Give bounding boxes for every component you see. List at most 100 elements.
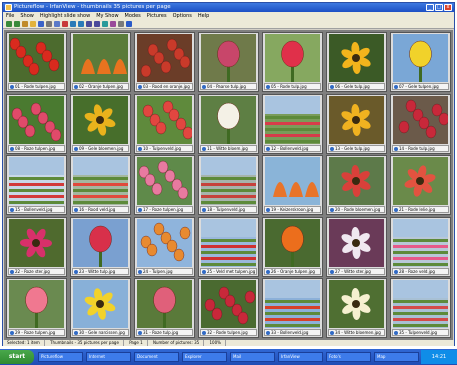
thumbnail-image[interactable] bbox=[137, 218, 192, 267]
thumbnail-image[interactable] bbox=[137, 95, 192, 144]
thumbnail-image[interactable] bbox=[329, 280, 384, 328]
thumbnail-image[interactable] bbox=[265, 95, 320, 144]
thumbnail-cell[interactable]: 18 - Tulpenveld.jpg bbox=[198, 155, 259, 215]
thumbnail-image[interactable] bbox=[9, 157, 64, 205]
thumbnail-cell[interactable]: 32 - Rode tulpen.jpg bbox=[198, 278, 259, 338]
thumbnail-cell[interactable]: 15 - Bollenveld.jpg bbox=[6, 155, 67, 215]
thumbnail-cell[interactable]: 22 - Roze ster.jpg bbox=[6, 216, 67, 277]
thumbnail-image[interactable] bbox=[393, 95, 448, 144]
thumbnail-image[interactable] bbox=[393, 34, 448, 82]
maximize-button[interactable]: □ bbox=[435, 4, 443, 11]
thumbnail-cell[interactable]: 24 - Tulpen.jpg bbox=[134, 216, 195, 277]
taskbar-item-map[interactable]: Map bbox=[374, 352, 419, 362]
thumbnail-cell[interactable]: 01 - Rode tulpen.jpg bbox=[6, 32, 67, 92]
taskbar-item-foto-s[interactable]: Foto's bbox=[326, 352, 371, 362]
copy-icon[interactable] bbox=[54, 21, 60, 27]
thumbnail-cell[interactable]: 04 - Paarse tulp.jpg bbox=[198, 32, 259, 92]
zoom-in-icon[interactable] bbox=[86, 21, 92, 27]
thumbnail-cell[interactable]: 08 - Roze tulpen.jpg bbox=[6, 93, 67, 154]
thumbnail-image[interactable] bbox=[9, 95, 64, 144]
thumbnail-image[interactable] bbox=[329, 95, 384, 144]
thumbnail-cell[interactable]: 17 - Roze tulpen.jpg bbox=[134, 155, 195, 215]
folder-icon[interactable] bbox=[30, 21, 36, 27]
taskbar-item-internet[interactable]: Internet bbox=[86, 352, 131, 362]
zoom-out-icon[interactable] bbox=[94, 21, 100, 27]
thumbnail-cell[interactable]: 14 - Rode tulp.jpg bbox=[390, 93, 451, 154]
thumbnail-cell[interactable]: 05 - Rode tulp.jpg bbox=[262, 32, 323, 92]
thumbnail-image[interactable] bbox=[265, 157, 320, 205]
thumbnail-image[interactable] bbox=[265, 280, 320, 328]
thumbnail-cell[interactable]: 06 - Gele tulp.jpg bbox=[326, 32, 387, 92]
thumbnail-image[interactable] bbox=[201, 218, 256, 267]
thumbnail-image[interactable] bbox=[329, 218, 384, 267]
title-bar[interactable]: Pictureflow - IrfanView - thumbnails 35 … bbox=[3, 3, 454, 12]
settings-icon[interactable] bbox=[118, 21, 124, 27]
thumbnail-cell[interactable]: 34 - Witte bloemen.jpg bbox=[326, 278, 387, 338]
menu-item-highlight-slide-show[interactable]: Highlight slide show bbox=[37, 12, 93, 20]
thumbnail-image[interactable] bbox=[9, 280, 64, 328]
forward-icon[interactable] bbox=[14, 21, 20, 27]
thumbnail-image[interactable] bbox=[73, 157, 128, 205]
thumbnail-cell[interactable]: 27 - Witte ster.jpg bbox=[326, 216, 387, 277]
thumbnail-image[interactable] bbox=[73, 280, 128, 328]
delete-icon[interactable] bbox=[62, 21, 68, 27]
thumbnail-image[interactable] bbox=[73, 34, 128, 82]
thumbnail-image[interactable] bbox=[265, 34, 320, 82]
save-icon[interactable] bbox=[38, 21, 44, 27]
help-icon[interactable] bbox=[126, 21, 132, 27]
thumbnail-image[interactable] bbox=[137, 157, 192, 205]
home-icon[interactable] bbox=[22, 21, 28, 27]
thumbnail-cell[interactable]: 07 - Gele tulpen.jpg bbox=[390, 32, 451, 92]
thumbnail-image[interactable] bbox=[393, 157, 448, 205]
thumbnail-cell[interactable]: 25 - Veld met tulpen.jpg bbox=[198, 216, 259, 277]
start-button[interactable]: start bbox=[0, 350, 34, 364]
taskbar-item-irfanview[interactable]: IrfanView bbox=[278, 352, 323, 362]
thumbnail-image[interactable] bbox=[201, 157, 256, 205]
thumbnail-image[interactable] bbox=[73, 218, 128, 267]
thumbnail-image[interactable] bbox=[137, 280, 192, 328]
menu-item-pictures[interactable]: Pictures bbox=[144, 12, 170, 20]
thumbnail-image[interactable] bbox=[201, 34, 256, 82]
menu-item-show[interactable]: Show bbox=[17, 12, 37, 20]
thumbnail-image[interactable] bbox=[329, 157, 384, 205]
menu-item-my-show[interactable]: My Show bbox=[93, 12, 121, 20]
thumbnail-cell[interactable]: 13 - Gele tulp.jpg bbox=[326, 93, 387, 154]
thumbnail-cell[interactable]: 02 - Oranje tulpen.jpg bbox=[70, 32, 131, 92]
grid-view-icon[interactable] bbox=[110, 21, 116, 27]
thumbnail-cell[interactable]: 19 - Keizerskroon.jpg bbox=[262, 155, 323, 215]
thumbnail-cell[interactable]: 10 - Tulpenveld.jpg bbox=[134, 93, 195, 154]
thumbnail-cell[interactable]: 12 - Bollenveld.jpg bbox=[262, 93, 323, 154]
thumbnail-image[interactable] bbox=[137, 34, 192, 82]
close-button[interactable]: x bbox=[444, 4, 452, 11]
thumbnail-image[interactable] bbox=[201, 95, 256, 144]
thumbnail-image[interactable] bbox=[265, 218, 320, 267]
thumbnail-cell[interactable]: 11 - Witte bloem.jpg bbox=[198, 93, 259, 154]
thumbnail-image[interactable] bbox=[393, 218, 448, 267]
thumbnail-image[interactable] bbox=[393, 280, 448, 328]
thumbnail-cell[interactable]: 23 - Witte tulp.jpg bbox=[70, 216, 131, 277]
slideshow-icon[interactable] bbox=[102, 21, 108, 27]
thumbnail-image[interactable] bbox=[201, 280, 256, 328]
system-tray-clock[interactable]: 14:21 bbox=[421, 350, 457, 364]
thumbnail-cell[interactable]: 29 - Roze tulpen.jpg bbox=[6, 278, 67, 338]
thumbnail-cell[interactable]: 16 - Rood veld.jpg bbox=[70, 155, 131, 215]
taskbar-item-mail[interactable]: Mail bbox=[230, 352, 275, 362]
thumbnail-cell[interactable]: 21 - Rode lelie.jpg bbox=[390, 155, 451, 215]
thumbnail-cell[interactable]: 03 - Rood en oranje.jpg bbox=[134, 32, 195, 92]
taskbar-item-pictureflow[interactable]: Pictureflow bbox=[38, 352, 83, 362]
rotate-left-icon[interactable] bbox=[70, 21, 76, 27]
menu-item-modes[interactable]: Modes bbox=[122, 12, 144, 20]
print-icon[interactable] bbox=[46, 21, 52, 27]
thumbnail-cell[interactable]: 33 - Bollenveld.jpg bbox=[262, 278, 323, 338]
back-icon[interactable] bbox=[6, 21, 12, 27]
thumbnail-cell[interactable]: 35 - Tulpenveld.jpg bbox=[390, 278, 451, 338]
thumbnail-image[interactable] bbox=[73, 95, 128, 144]
rotate-right-icon[interactable] bbox=[78, 21, 84, 27]
taskbar-item-explorer[interactable]: Explorer bbox=[182, 352, 227, 362]
thumbnail-image[interactable] bbox=[9, 34, 64, 82]
thumbnail-cell[interactable]: 31 - Roze tulp.jpg bbox=[134, 278, 195, 338]
thumbnail-cell[interactable]: 09 - Gele bloemen.jpg bbox=[70, 93, 131, 154]
menu-item-help[interactable]: Help bbox=[195, 12, 212, 20]
thumbnail-cell[interactable]: 28 - Roze veld.jpg bbox=[390, 216, 451, 277]
thumbnail-image[interactable] bbox=[329, 34, 384, 82]
